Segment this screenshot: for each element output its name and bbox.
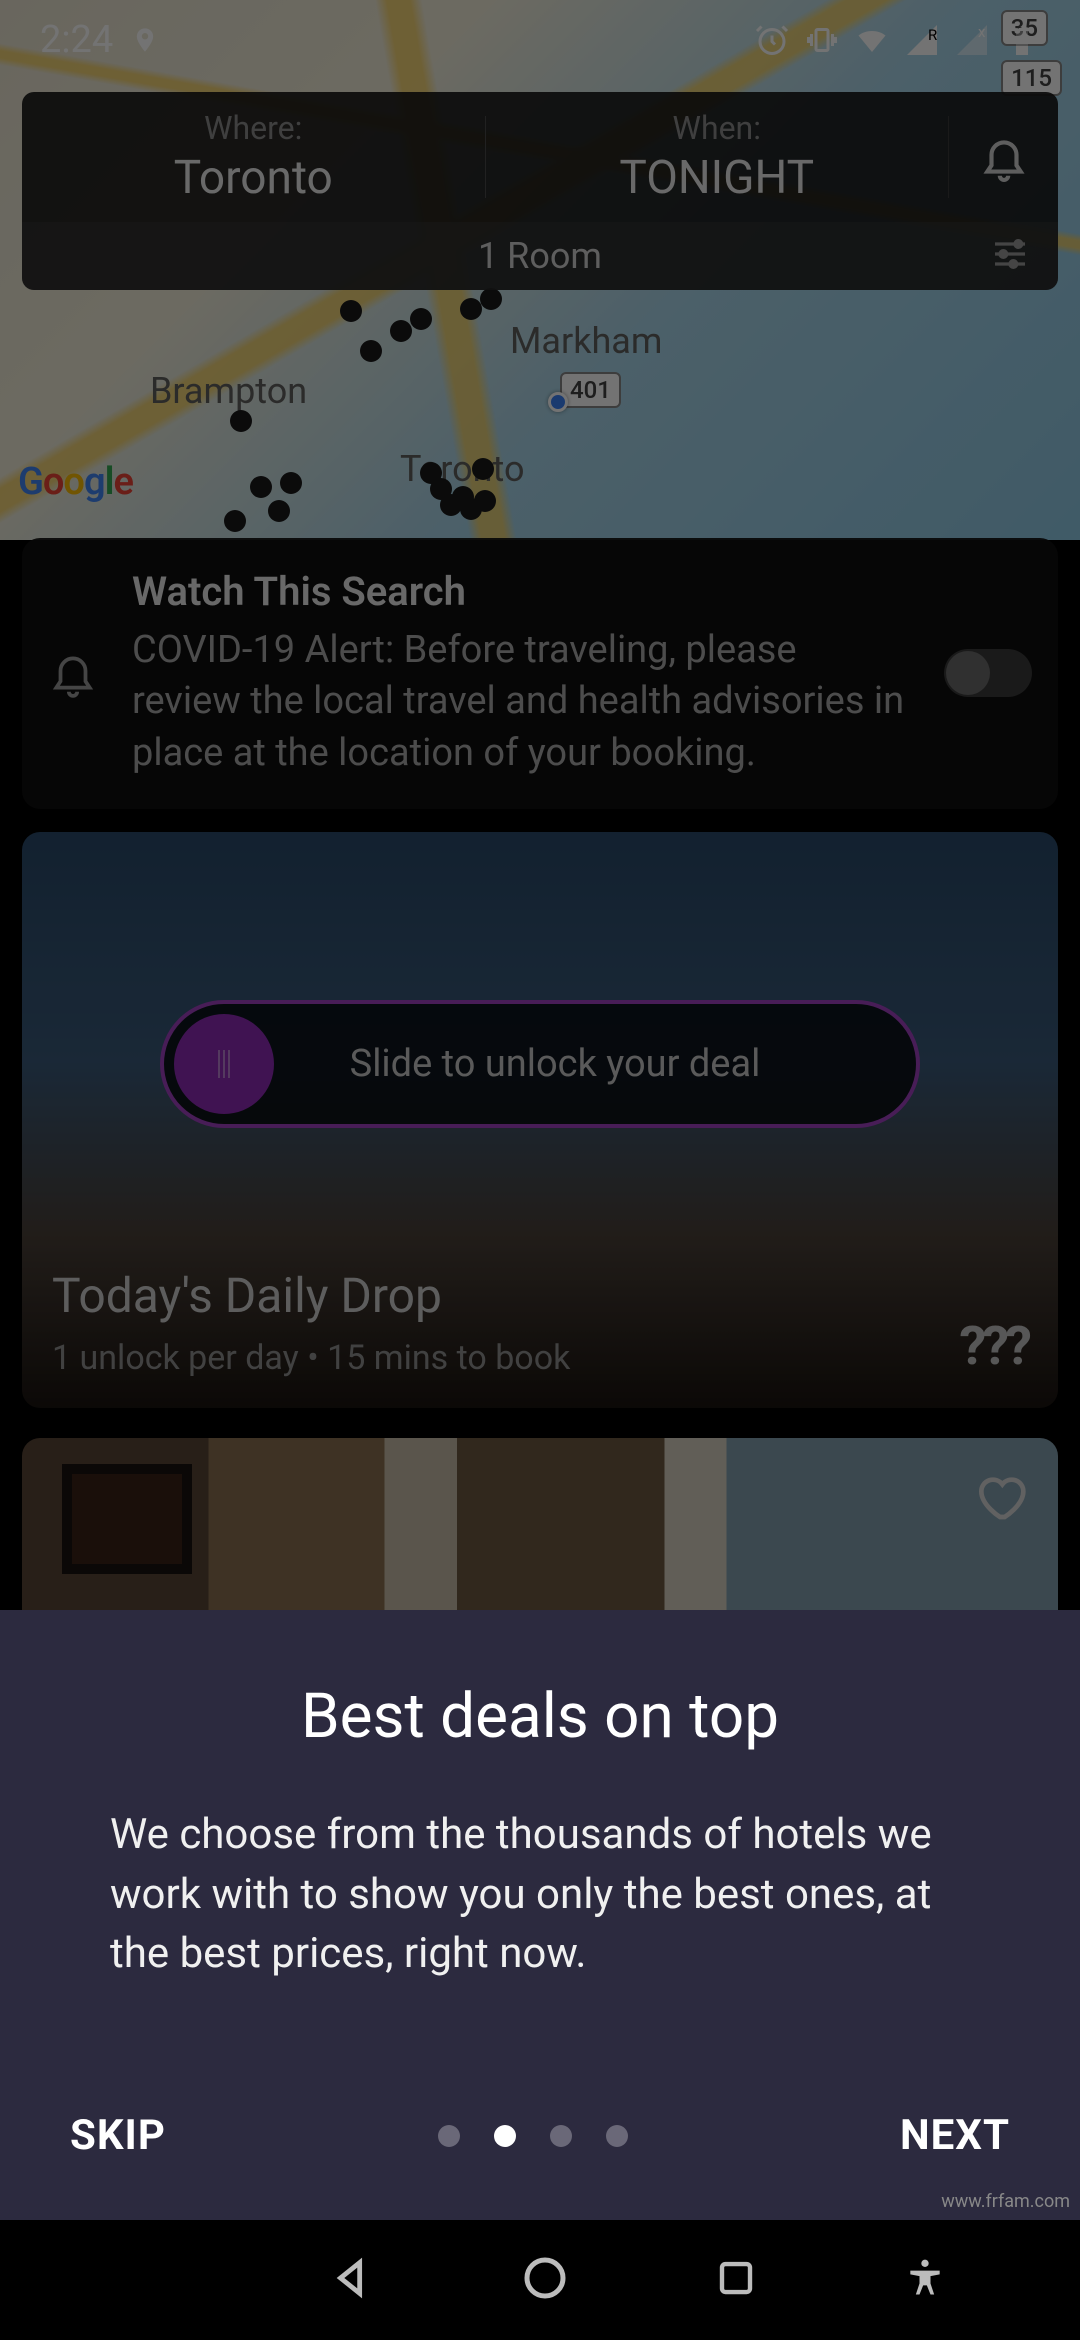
- page-dot: [438, 2125, 460, 2147]
- square-icon: [715, 2257, 757, 2299]
- onboarding-body: We choose from the thousands of hotels w…: [110, 1805, 970, 1984]
- page-dot-active: [494, 2125, 516, 2147]
- accessibility-icon: [903, 2256, 947, 2300]
- nav-recents-button[interactable]: [715, 2257, 757, 2303]
- home-circle-icon: [521, 2254, 569, 2302]
- nav-back-button[interactable]: [329, 2255, 375, 2305]
- nav-accessibility-button[interactable]: [903, 2256, 947, 2304]
- onboarding-title: Best deals on top: [301, 1680, 779, 1753]
- page-dot: [550, 2125, 572, 2147]
- system-nav-bar: [0, 2220, 1080, 2340]
- back-icon: [329, 2255, 375, 2301]
- watermark: www.frfam.com: [941, 2191, 1070, 2212]
- screen: Brampton Markham Toronto 35 115 401 Goog…: [0, 0, 1080, 2340]
- page-indicator: [438, 2125, 628, 2147]
- page-dot: [606, 2125, 628, 2147]
- next-button[interactable]: NEXT: [900, 2111, 1010, 2160]
- onboarding-sheet: Best deals on top We choose from the tho…: [0, 1610, 1080, 2220]
- skip-button[interactable]: SKIP: [70, 2111, 166, 2160]
- nav-home-button[interactable]: [521, 2254, 569, 2306]
